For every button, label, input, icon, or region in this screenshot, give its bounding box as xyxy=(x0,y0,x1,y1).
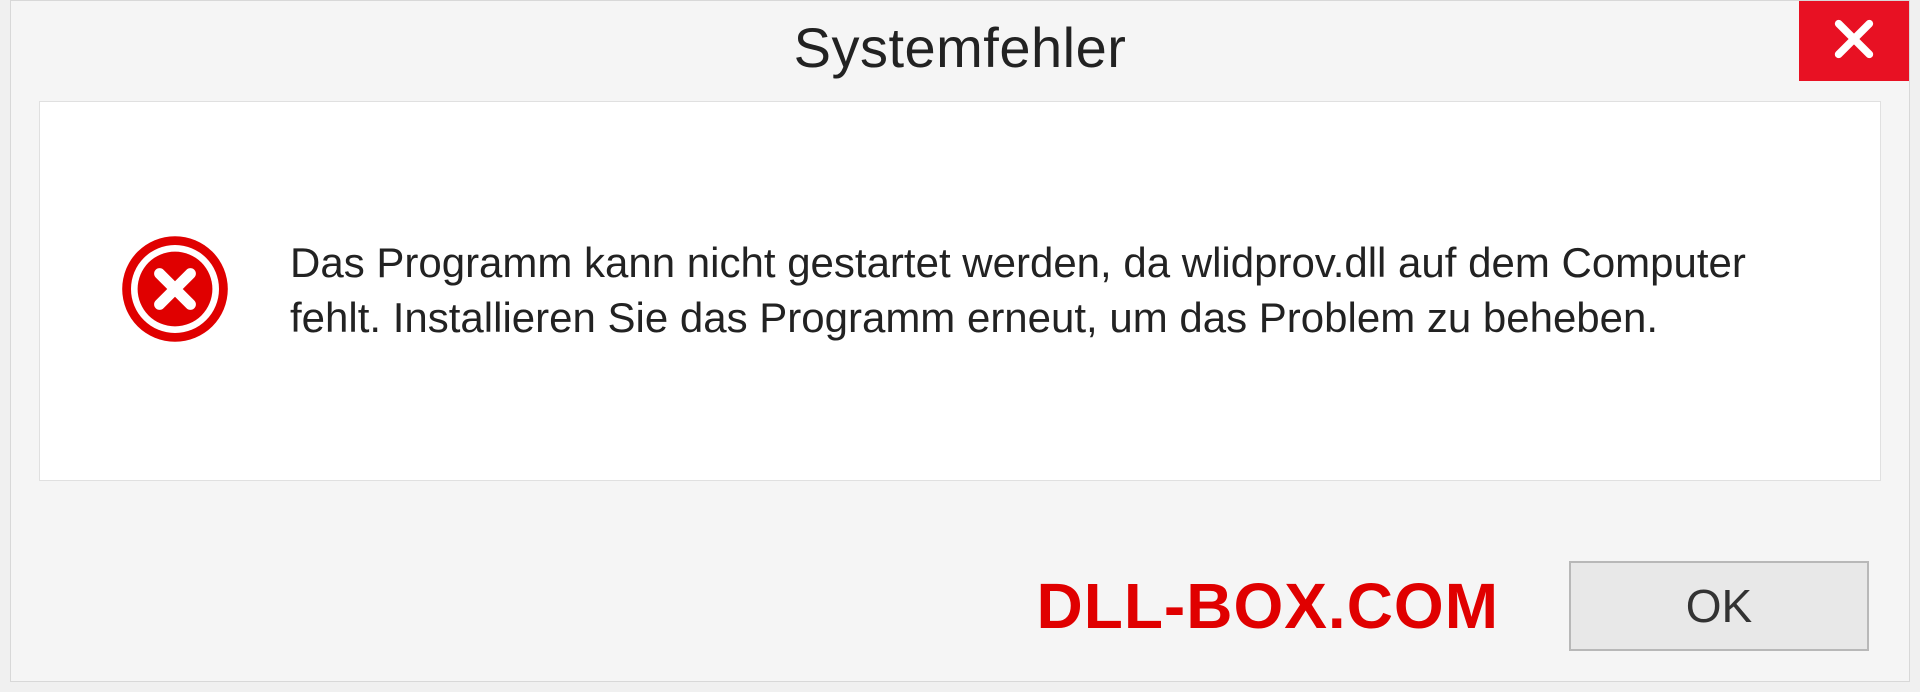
close-icon xyxy=(1831,16,1877,67)
watermark-text: DLL-BOX.COM xyxy=(1037,569,1500,643)
error-circle-icon xyxy=(120,234,230,349)
error-dialog: Systemfehler Das Programm kann nicht ges… xyxy=(10,0,1910,682)
dialog-title: Systemfehler xyxy=(794,15,1127,80)
close-button[interactable] xyxy=(1799,1,1909,81)
ok-button-label: OK xyxy=(1686,579,1752,633)
ok-button[interactable]: OK xyxy=(1569,561,1869,651)
content-panel: Das Programm kann nicht gestartet werden… xyxy=(39,101,1881,481)
title-bar: Systemfehler xyxy=(11,1,1909,93)
error-message: Das Programm kann nicht gestartet werden… xyxy=(290,236,1830,345)
dialog-footer: DLL-BOX.COM OK xyxy=(11,561,1909,651)
